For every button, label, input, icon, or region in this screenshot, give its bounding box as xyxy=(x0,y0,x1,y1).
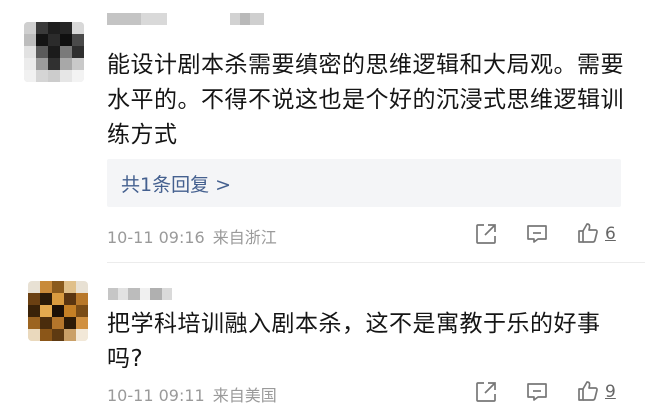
comment-text-line: 练方式 xyxy=(107,122,178,148)
comment-text: 把学科培训融入剧本杀，这不是寓教于乐的好事 吗? xyxy=(107,307,627,377)
replies-link-label[interactable]: 共1条回复 > xyxy=(121,170,231,197)
like-count: 6 xyxy=(605,224,616,244)
share-icon[interactable] xyxy=(474,380,498,404)
comment-text-line: 水平的。不得不说这也是个好的沉浸式思维逻辑训 xyxy=(107,87,624,113)
replies-link[interactable]: 共1条回复 > xyxy=(107,159,621,207)
comment-item: 把学科培训融入剧本杀，这不是寓教于乐的好事 吗? 10-11 09:11 来自美国… xyxy=(0,263,645,412)
comment-meta: 10-11 09:16 来自浙江 xyxy=(107,224,277,248)
like-count: 9 xyxy=(605,382,616,402)
comment-location: 来自美国 xyxy=(212,386,277,405)
comment-text: 能设计剧本杀需要缜密的思维逻辑和大局观。需要 水平的。不得不说这也是个好的沉浸式… xyxy=(107,48,627,153)
comment-location: 来自浙江 xyxy=(212,228,277,247)
username-blurred[interactable] xyxy=(107,13,167,25)
comment-time: 10-11 09:16 xyxy=(107,228,205,247)
share-icon[interactable] xyxy=(474,222,498,246)
comment-text-line: 吗? xyxy=(107,346,144,372)
thumbs-up-icon[interactable] xyxy=(576,379,600,403)
comment-meta: 10-11 09:11 来自美国 xyxy=(107,382,277,406)
comment-item: 能设计剧本杀需要缜密的思维逻辑和大局观。需要 水平的。不得不说这也是个好的沉浸式… xyxy=(0,0,645,262)
avatar[interactable] xyxy=(24,22,84,82)
comment-icon[interactable] xyxy=(525,380,549,404)
username-blurred[interactable] xyxy=(108,288,172,300)
avatar[interactable] xyxy=(28,281,88,341)
thumbs-up-icon[interactable] xyxy=(576,221,600,245)
comment-time: 10-11 09:11 xyxy=(107,386,205,405)
comment-icon[interactable] xyxy=(525,222,549,246)
username-blurred-suffix xyxy=(230,13,264,25)
comment-text-line: 把学科培训融入剧本杀，这不是寓教于乐的好事 xyxy=(107,311,601,337)
comment-text-line: 能设计剧本杀需要缜密的思维逻辑和大局观。需要 xyxy=(107,52,624,78)
